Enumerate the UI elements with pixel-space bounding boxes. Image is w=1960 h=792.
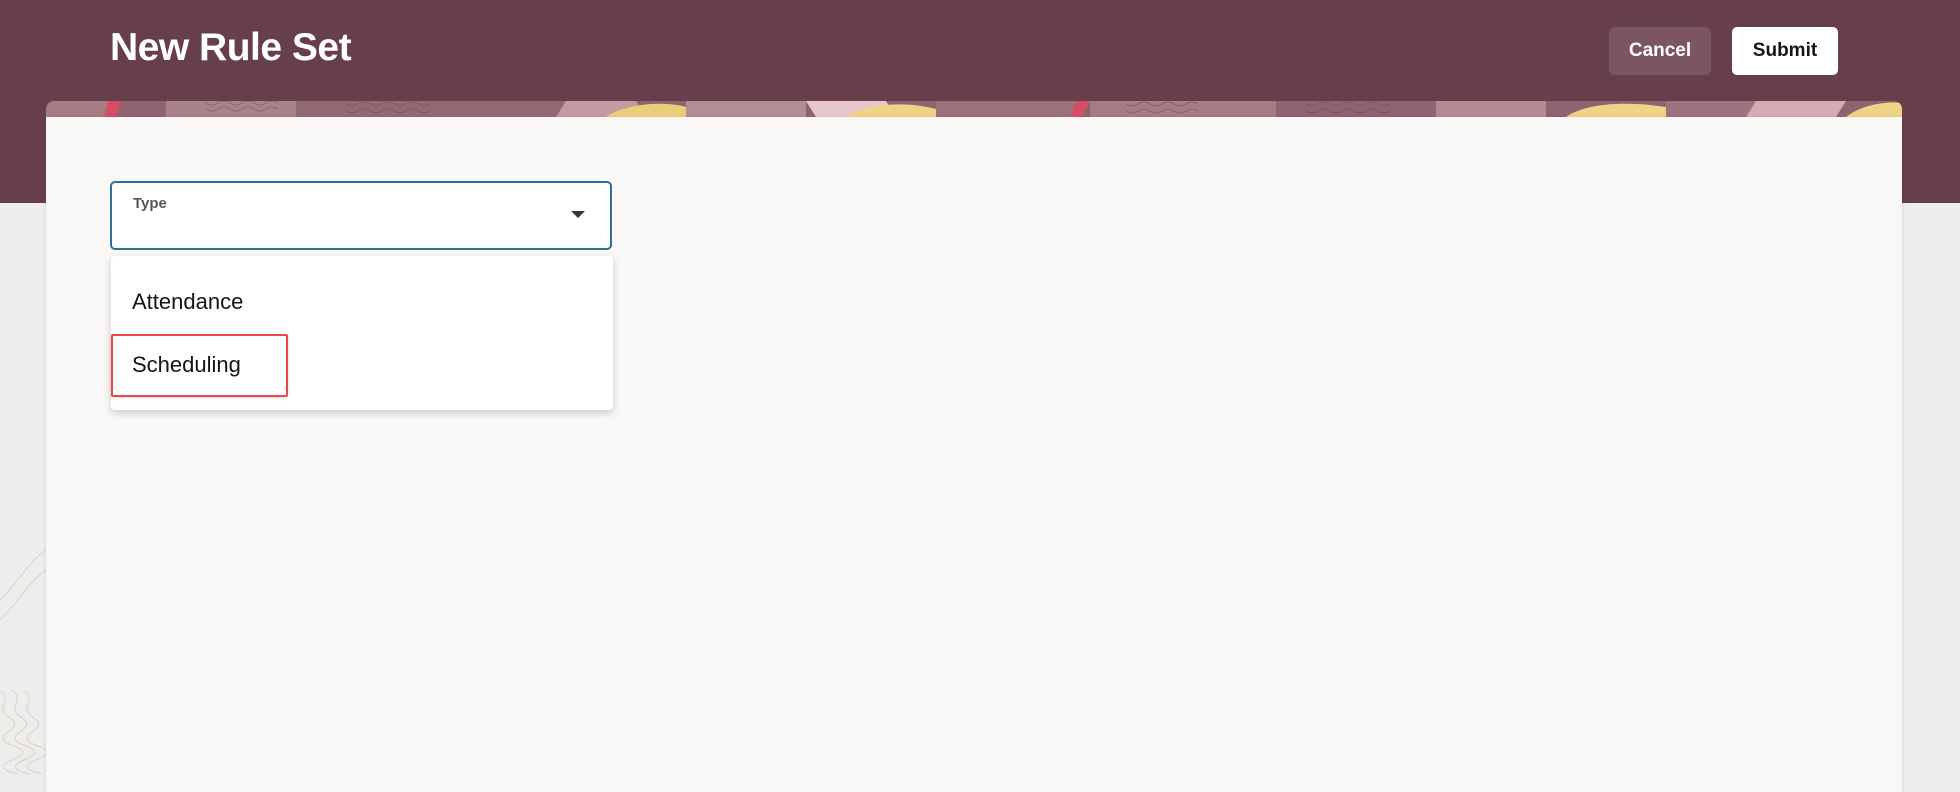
chevron-down-icon[interactable] (571, 211, 585, 218)
type-dropdown-list: Attendance Scheduling (111, 256, 613, 410)
page: New Rule Set Cancel Submit Type Attendan… (0, 0, 1960, 792)
type-label: Type (133, 195, 167, 212)
background-pattern (0, 540, 46, 792)
submit-button[interactable]: Submit (1732, 27, 1838, 75)
page-title: New Rule Set (110, 26, 352, 69)
option-scheduling[interactable]: Scheduling (111, 337, 613, 393)
type-select[interactable]: Type (110, 181, 612, 250)
decorative-banner (46, 101, 1902, 117)
option-attendance[interactable]: Attendance (111, 274, 613, 330)
cancel-button[interactable]: Cancel (1609, 27, 1711, 75)
